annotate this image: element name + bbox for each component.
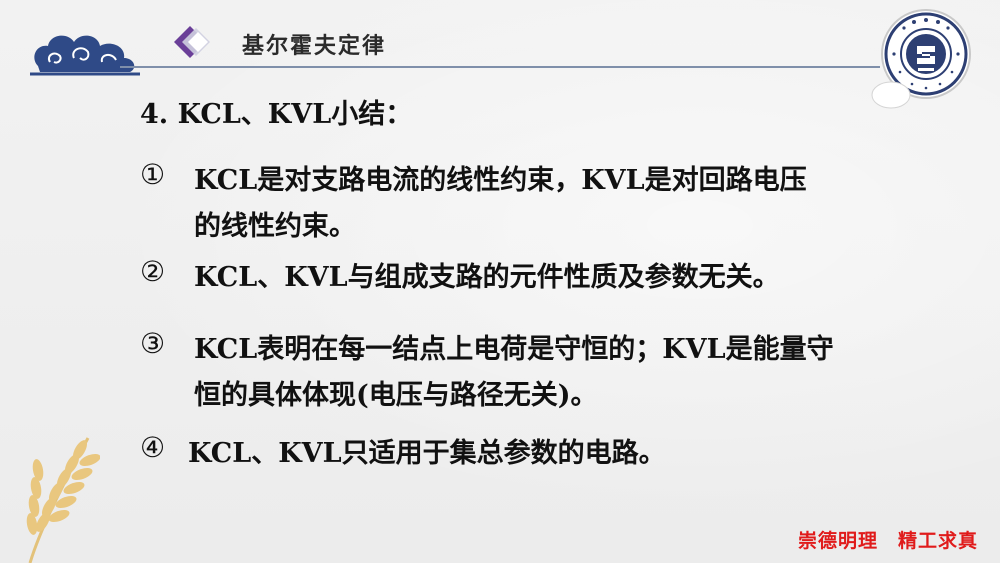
page-title: 基尔霍夫定律 <box>242 34 387 59</box>
item-marker: ① <box>140 158 166 191</box>
diamond-ornament-icon <box>174 26 210 58</box>
item-1-line-1: KCL是对支路电流的线性约束，KVL是对回路电压 <box>194 165 807 196</box>
summary-heading: 4. KCL、KVL小结： <box>140 99 413 130</box>
item-marker: ③ <box>140 327 166 360</box>
slide: 基尔霍夫定律 4. KCL、KVL小结： ① KCL是对支路电流的线性约束，KV… <box>0 0 1000 563</box>
item-marker: ④ <box>140 431 166 464</box>
item-2-line-1: KCL、KVL与组成支路的元件性质及参数无关。 <box>194 262 780 293</box>
school-motto: 崇德明理 精工求真 <box>797 530 978 552</box>
item-1-line-2: 的线性约束。 <box>194 211 356 242</box>
title-divider <box>120 66 880 68</box>
item-4-line-1: KCL、KVL只适用于集总参数的电路。 <box>188 438 666 469</box>
item-3-line-1: KCL表明在每一结点上电荷是守恒的；KVL是能量守 <box>194 334 834 365</box>
logo-shadow-decoration <box>871 81 911 109</box>
item-marker: ② <box>140 255 166 288</box>
wheat-ornament-icon <box>26 437 100 563</box>
item-3-line-2: 恒的具体体现(电压与路径无关)。 <box>194 380 598 411</box>
cloud-ornament-icon <box>30 35 140 76</box>
